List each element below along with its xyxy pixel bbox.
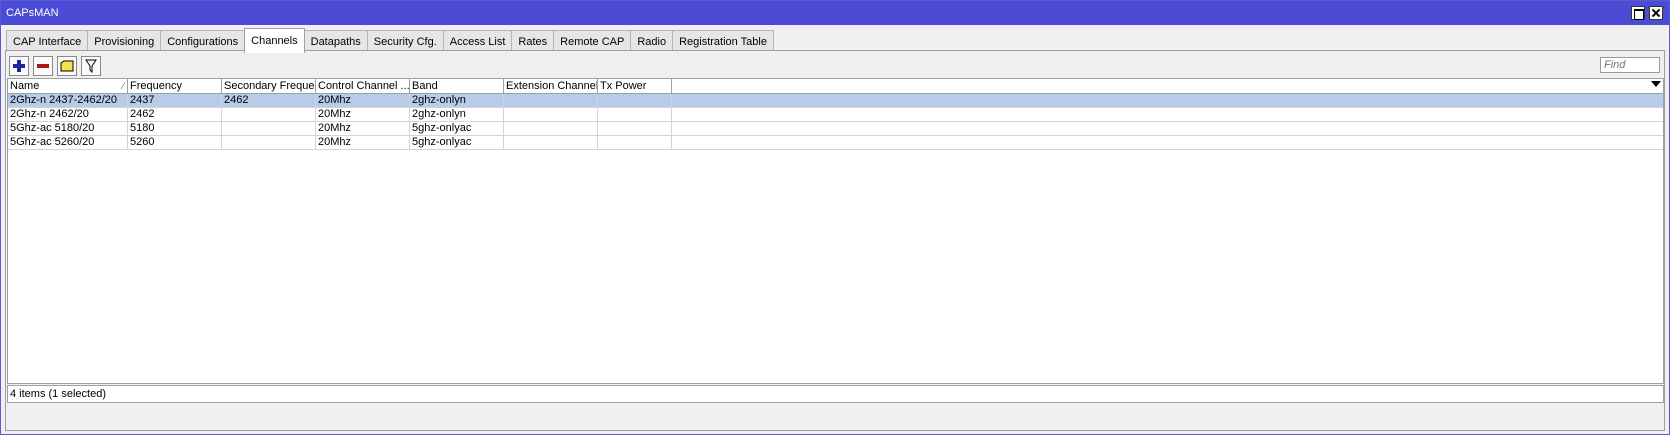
tab-configurations[interactable]: Configurations bbox=[160, 30, 246, 52]
channels-panel: Name ⁄ Frequency Secondary Freque... Con… bbox=[5, 50, 1665, 431]
window-title: CAPsMAN bbox=[6, 7, 59, 19]
col-header-extension-channel[interactable]: Extension Channel bbox=[504, 79, 598, 94]
tab-bar: CAP Interface Provisioning Configuration… bbox=[6, 28, 774, 53]
col-header-secondary-frequency[interactable]: Secondary Freque... bbox=[222, 79, 316, 94]
remove-button[interactable] bbox=[33, 56, 53, 76]
tab-rates[interactable]: Rates bbox=[511, 30, 555, 52]
col-header-tx-power[interactable]: Tx Power bbox=[598, 79, 672, 94]
col-header-frequency[interactable]: Frequency bbox=[128, 79, 222, 94]
chevron-down-icon[interactable] bbox=[1651, 81, 1661, 87]
note-icon bbox=[60, 60, 74, 72]
tab-access-list[interactable]: Access List bbox=[442, 30, 513, 52]
comment-button[interactable] bbox=[57, 56, 77, 76]
filter-button[interactable] bbox=[81, 56, 101, 76]
col-header-name[interactable]: Name ⁄ bbox=[8, 79, 128, 94]
tab-security-cfg[interactable]: Security Cfg. bbox=[366, 30, 444, 52]
col-header-filler bbox=[672, 79, 1663, 94]
table-row[interactable]: 2Ghz-n 2437-2462/20 2437 2462 20Mhz 2ghz… bbox=[8, 94, 1663, 108]
table-body: 2Ghz-n 2437-2462/20 2437 2462 20Mhz 2ghz… bbox=[8, 94, 1663, 150]
tab-provisioning[interactable]: Provisioning bbox=[87, 30, 162, 52]
table-row[interactable]: 2Ghz-n 2462/20 2462 20Mhz 2ghz-onlyn bbox=[8, 108, 1663, 122]
filter-icon bbox=[85, 59, 97, 73]
table-row[interactable]: 5Ghz-ac 5180/20 5180 20Mhz 5ghz-onlyac bbox=[8, 122, 1663, 136]
channels-table: Name ⁄ Frequency Secondary Freque... Con… bbox=[7, 78, 1664, 384]
add-button[interactable] bbox=[9, 56, 29, 76]
tab-remote-cap[interactable]: Remote CAP bbox=[553, 30, 632, 52]
maximize-icon[interactable] bbox=[1631, 6, 1645, 20]
title-bar[interactable]: CAPsMAN bbox=[1, 1, 1669, 25]
col-header-control-channel[interactable]: Control Channel ... bbox=[316, 79, 410, 94]
toolbar bbox=[9, 56, 101, 76]
sort-icon: ⁄ bbox=[122, 81, 124, 91]
table-header: Name ⁄ Frequency Secondary Freque... Con… bbox=[8, 79, 1663, 94]
tab-datapaths[interactable]: Datapaths bbox=[303, 30, 368, 52]
tab-channels[interactable]: Channels bbox=[244, 28, 305, 53]
plus-icon bbox=[13, 60, 25, 72]
status-bar: 4 items (1 selected) bbox=[7, 385, 1664, 403]
tab-registration-table[interactable]: Registration Table bbox=[672, 30, 774, 52]
col-header-band[interactable]: Band bbox=[410, 79, 504, 94]
tab-radio[interactable]: Radio bbox=[630, 30, 674, 52]
find-input[interactable] bbox=[1600, 57, 1660, 73]
capsman-window: CAPsMAN CAP Interface Provisioning Confi… bbox=[0, 0, 1670, 435]
table-row[interactable]: 5Ghz-ac 5260/20 5260 20Mhz 5ghz-onlyac bbox=[8, 136, 1663, 150]
tab-cap-interface[interactable]: CAP Interface bbox=[6, 30, 89, 52]
close-icon[interactable] bbox=[1649, 6, 1663, 20]
minus-icon bbox=[37, 64, 49, 68]
